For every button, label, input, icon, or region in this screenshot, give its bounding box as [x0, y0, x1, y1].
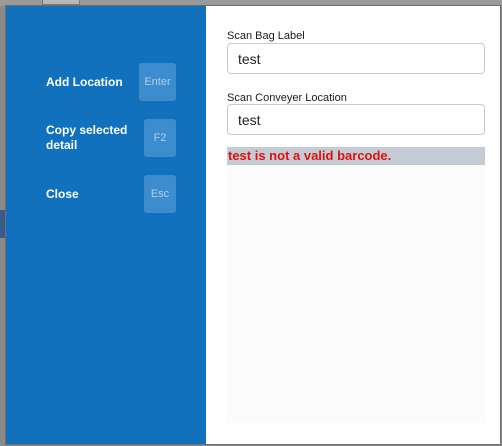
esc-key-button[interactable]: Esc [144, 175, 176, 213]
action-sidebar: Add Location Enter Copy selected detail … [6, 6, 206, 444]
detail-list-panel[interactable] [227, 165, 485, 423]
close-label: Close [46, 186, 79, 201]
copy-selected-detail-label: Copy selected detail [46, 123, 128, 152]
bag-label-field-label: Scan Bag Label [227, 30, 305, 42]
bag-label-input[interactable] [227, 43, 485, 74]
add-location-action[interactable]: Add Location Enter [46, 63, 176, 101]
copy-selected-detail-action[interactable]: Copy selected detail F2 [46, 119, 176, 157]
conveyer-location-field-label: Scan Conveyer Location [227, 92, 347, 104]
f2-key-button[interactable]: F2 [144, 119, 176, 157]
add-location-label: Add Location [46, 74, 123, 89]
error-message: test is not a valid barcode. [227, 147, 485, 165]
scan-form: Scan Bag Label Scan Conveyer Location te… [206, 6, 500, 444]
close-action[interactable]: Close Esc [46, 175, 176, 213]
background-tab [42, 0, 80, 5]
conveyer-location-input[interactable] [227, 104, 485, 135]
scan-dialog: Add Location Enter Copy selected detail … [6, 6, 500, 444]
enter-key-button[interactable]: Enter [139, 63, 176, 101]
